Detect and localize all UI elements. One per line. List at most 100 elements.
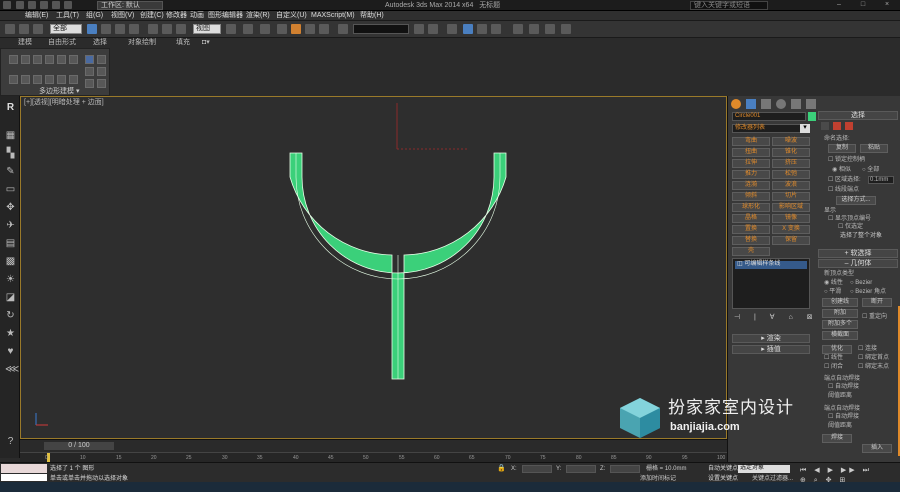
rect-selection-icon[interactable] [115,24,125,34]
chevron-down-icon[interactable]: ▾ [800,124,810,133]
modifier-button[interactable]: 挤压 [772,159,810,168]
menu-item[interactable]: 视图(V) [111,12,134,20]
attach-button[interactable]: 附加 [822,309,858,318]
unlink-icon[interactable] [19,24,29,34]
tab-populate[interactable]: 填充 [176,39,190,47]
modifier-button[interactable]: 弯曲 [732,137,770,146]
modifier-button[interactable]: 镜像 [772,214,810,223]
segment-icon[interactable] [833,122,841,130]
tag-icon[interactable]: ◪ [5,292,16,303]
ribbon-tool-icon[interactable] [97,67,106,76]
ribbon-panel-label[interactable]: 多边形建模 ▾ [39,88,79,96]
interpolation-rollout[interactable]: ▸ 插值 [732,345,810,354]
ribbon-tool-icon[interactable] [97,55,106,64]
modifier-button[interactable]: 松弛 [772,170,810,179]
linear-checkbox[interactable]: ☐ 线性 [824,355,843,362]
modifier-button[interactable]: 拉伸 [732,159,770,168]
object-name-field[interactable]: Circle001 [732,112,806,121]
ribbon-tool-icon[interactable] [69,75,78,84]
modifier-list-dropdown[interactable]: 修改器列表 [732,124,810,133]
object-color-swatch[interactable] [808,112,816,121]
modifier-button[interactable]: 球形化 [732,203,770,212]
similar-radio[interactable]: ◉ 相似 [832,167,851,174]
percent-snap-icon[interactable] [305,24,315,34]
connect-checkbox[interactable]: ☐ 连接 [858,346,877,353]
move-icon[interactable] [148,24,158,34]
modifier-button[interactable]: X 变换 [772,225,810,234]
modifier-button[interactable]: 涟漪 [732,181,770,190]
keyboard-shortcut-icon[interactable] [260,24,270,34]
modify-tab-icon[interactable] [745,99,756,109]
layer-explorer-icon[interactable] [463,24,473,34]
modifier-button[interactable]: 噪波 [772,137,810,146]
motion-tab-icon[interactable] [775,99,786,109]
angle-snap-icon[interactable] [291,24,301,34]
insert-button[interactable]: 插入 [862,444,892,453]
toggle-ribbon-icon[interactable] [477,24,487,34]
menu-item[interactable]: 工具(T) [56,12,79,20]
new-file-icon[interactable] [16,1,24,9]
ribbon-tool-icon[interactable] [45,75,54,84]
image-icon[interactable]: ▦ [5,130,16,141]
bind-space-warp-icon[interactable] [33,24,43,34]
maxscript-input[interactable] [1,474,47,481]
modifier-button[interactable]: 推力 [732,170,770,179]
modifier-button[interactable]: 波浪 [772,181,810,190]
menu-item[interactable]: 组(G) [86,12,103,20]
vertex-icon[interactable] [821,122,829,130]
menu-item[interactable]: MAXScript(M) [311,12,355,20]
attach-multiple-button[interactable]: 附加多个 [822,320,858,329]
refresh-icon[interactable]: ↻ [5,310,16,321]
tab-modeling[interactable]: 建模 [18,39,32,47]
modifier-button[interactable]: 保留 [772,236,810,245]
app-icon[interactable] [3,1,11,9]
cross-section-button[interactable]: 横截面 [822,331,858,340]
apps-icon[interactable]: ▩ [5,256,16,267]
all-radio[interactable]: ○ 全部 [862,167,879,174]
ribbon-tool-icon[interactable] [97,79,106,88]
move-icon[interactable]: ✥ [5,202,16,213]
selection-filter[interactable]: 全部 [50,24,82,34]
search-input[interactable]: 键入关键字或短语 [690,1,768,10]
modifier-button[interactable]: 壳 [732,247,770,256]
link-icon[interactable] [5,24,15,34]
edit-named-sel-icon[interactable] [338,24,348,34]
inbox-icon[interactable]: ▤ [5,238,16,249]
ribbon-tool-icon[interactable] [85,55,94,64]
display-tab-icon[interactable] [790,99,801,109]
soft-selection-rollout[interactable]: + 软选择 [818,249,898,258]
ribbon-tool-icon[interactable] [85,79,94,88]
lock-icon[interactable]: 🔒 [497,465,506,473]
ribbon-tool-icon[interactable] [85,67,94,76]
select-manipulate-icon[interactable] [243,24,253,34]
spline-shape[interactable] [289,152,507,380]
stack-controls[interactable]: ⊣ | ∀ ⌂ ⊠ [734,313,819,321]
x-coord-field[interactable] [522,465,552,473]
bind-first-checkbox[interactable]: ☐ 绑定首点 [858,355,889,362]
reorient-checkbox[interactable]: ☐ 重定向 [862,314,887,321]
menu-item[interactable]: 帮助(H) [360,12,384,20]
modifier-button[interactable]: 锥化 [772,148,810,157]
ribbon-tool-icon[interactable] [45,55,54,64]
select-by-button[interactable]: 选择方式... [836,196,876,205]
menu-item[interactable]: 图形编辑器 [208,12,243,20]
rendering-rollout[interactable]: ▸ 渲染 [732,334,810,343]
scale-icon[interactable] [176,24,186,34]
menu-item[interactable]: 动画 [190,12,204,20]
window-crossing-icon[interactable] [129,24,139,34]
recent-icon[interactable]: R [5,102,16,113]
show-vertex-numbers-checkbox[interactable]: ☐ 显示顶点编号 [828,216,871,223]
ribbon-tool-icon[interactable] [9,55,18,64]
hierarchy-tab-icon[interactable] [760,99,771,109]
timeline[interactable]: 0 / 100 0 10 15 20 25 30 35 40 45 50 55 60 65 70 75 80 8… [20,439,727,463]
redo-icon[interactable] [64,1,72,9]
maxscript-listener[interactable] [1,464,47,473]
rendered-frame-icon[interactable] [561,24,571,34]
menu-item[interactable]: 自定义(U) [276,12,307,20]
copy-button[interactable]: 复制 [828,144,856,153]
modifier-button[interactable]: 影响区域 [772,203,810,212]
auto-weld-checkbox-2[interactable]: ☐ 自动焊接 [828,414,859,421]
ribbon-tool-icon[interactable] [33,55,42,64]
paste-button[interactable]: 粘贴 [860,144,888,153]
smooth-radio[interactable]: ○ 平滑 [824,289,841,296]
